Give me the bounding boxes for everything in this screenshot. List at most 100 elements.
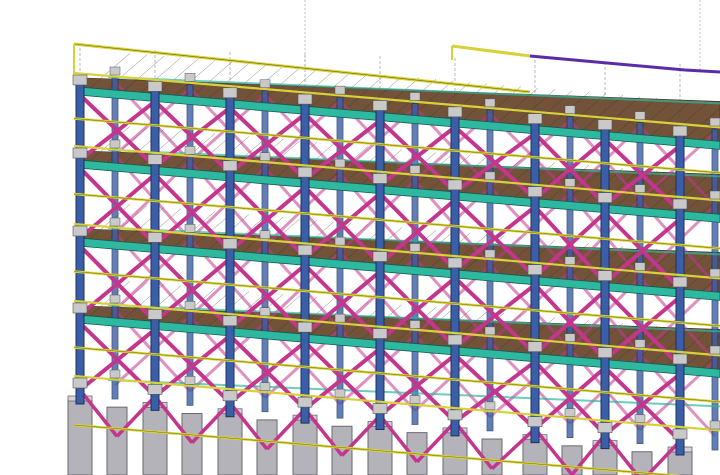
column bbox=[375, 102, 385, 430]
connection-plate bbox=[147, 154, 163, 165]
connection-plate-back bbox=[109, 139, 121, 149]
column bbox=[150, 82, 160, 411]
connection-plate-back bbox=[259, 382, 271, 391]
connection-plate bbox=[222, 315, 238, 327]
connection-plate bbox=[297, 244, 313, 256]
connection-plate-back bbox=[184, 146, 196, 155]
connection-plate bbox=[372, 403, 388, 414]
connection-plate-back bbox=[484, 249, 496, 259]
column bbox=[225, 89, 235, 418]
connection-plate bbox=[372, 100, 388, 111]
connection-plate bbox=[372, 251, 388, 262]
roof-beam-purple bbox=[529, 54, 686, 72]
column bbox=[600, 121, 610, 450]
connection-plate bbox=[672, 125, 688, 137]
connection-plate-back bbox=[109, 217, 121, 227]
connection-plate bbox=[72, 377, 88, 389]
connection-plate bbox=[72, 225, 88, 237]
column bbox=[675, 127, 685, 456]
footing-mid bbox=[181, 413, 203, 475]
3d-model-viewport[interactable] bbox=[0, 0, 720, 475]
connection-plate bbox=[597, 192, 613, 203]
roof-beam-purple bbox=[684, 68, 720, 74]
connection-plate bbox=[222, 390, 238, 402]
connection-plate bbox=[447, 334, 463, 346]
connection-plate-back bbox=[634, 111, 646, 120]
connection-plate-back bbox=[484, 98, 496, 108]
connection-plate-back bbox=[259, 152, 271, 161]
connection-plate-back bbox=[184, 376, 196, 385]
footing-mid bbox=[561, 445, 583, 475]
connection-plate-back bbox=[709, 345, 720, 355]
connection-plate bbox=[672, 276, 688, 288]
footing bbox=[142, 405, 168, 475]
connection-plate bbox=[297, 93, 313, 105]
connection-plate bbox=[72, 74, 88, 86]
connection-plate bbox=[372, 328, 388, 339]
connection-plate bbox=[222, 238, 238, 250]
connection-plate bbox=[72, 147, 88, 159]
connection-plate-back bbox=[109, 66, 121, 76]
connection-plate-back bbox=[484, 171, 496, 181]
connection-plate bbox=[147, 384, 163, 395]
connection-plate-back bbox=[184, 73, 196, 82]
connection-plate-back bbox=[484, 326, 496, 336]
connection-plate bbox=[147, 232, 163, 243]
footing bbox=[67, 399, 93, 475]
connection-plate bbox=[297, 321, 313, 333]
connection-plate-back bbox=[334, 236, 346, 246]
connection-plate bbox=[447, 106, 463, 118]
connection-plate bbox=[672, 428, 688, 440]
footing bbox=[442, 431, 468, 475]
footing bbox=[522, 438, 548, 475]
connection-plate bbox=[297, 396, 313, 408]
connection-plate-back bbox=[564, 178, 576, 187]
connection-plate-back bbox=[334, 158, 346, 168]
connection-plate-back bbox=[634, 339, 646, 348]
connection-plate-back bbox=[709, 268, 720, 278]
column bbox=[530, 115, 540, 444]
connection-plate-back bbox=[564, 408, 576, 417]
connection-plate-back bbox=[259, 230, 271, 239]
connection-plate bbox=[597, 119, 613, 130]
connection-plate-back bbox=[409, 243, 421, 252]
guard-rail bbox=[73, 423, 683, 475]
floor-deck bbox=[79, 77, 720, 142]
connection-plate-back bbox=[709, 420, 720, 430]
connection-plate bbox=[527, 264, 543, 275]
footing bbox=[292, 418, 318, 475]
connection-plate bbox=[372, 173, 388, 184]
connection-plate-back bbox=[109, 369, 121, 379]
connection-plate bbox=[597, 347, 613, 358]
connection-plate-back bbox=[564, 256, 576, 265]
connection-plate-back bbox=[184, 301, 196, 310]
connection-plate bbox=[527, 341, 543, 352]
connection-plate-back bbox=[634, 184, 646, 193]
connection-plate bbox=[72, 302, 88, 314]
connection-plate-back bbox=[709, 190, 720, 200]
connection-plate bbox=[597, 422, 613, 433]
column bbox=[450, 108, 460, 437]
connection-plate bbox=[222, 87, 238, 99]
connection-plate-back bbox=[564, 105, 576, 114]
connection-plate-back bbox=[409, 320, 421, 329]
steel-frame-model bbox=[67, 0, 720, 475]
roof-rail-right bbox=[451, 44, 531, 58]
connection-plate-back bbox=[409, 92, 421, 101]
connection-plate-back bbox=[259, 307, 271, 316]
connection-plate bbox=[297, 166, 313, 178]
connection-plate-back bbox=[334, 388, 346, 398]
connection-plate-back bbox=[109, 294, 121, 304]
connection-plate-back bbox=[409, 165, 421, 174]
connection-plate bbox=[597, 270, 613, 281]
connection-plate-back bbox=[634, 414, 646, 423]
connection-plate bbox=[222, 160, 238, 172]
column bbox=[300, 95, 310, 424]
connection-plate-back bbox=[184, 224, 196, 233]
connection-plate-back bbox=[334, 85, 346, 95]
connection-plate-back bbox=[634, 262, 646, 271]
connection-plate bbox=[672, 198, 688, 210]
connection-plate bbox=[147, 81, 163, 92]
footing bbox=[217, 412, 243, 475]
connection-plate bbox=[527, 416, 543, 427]
